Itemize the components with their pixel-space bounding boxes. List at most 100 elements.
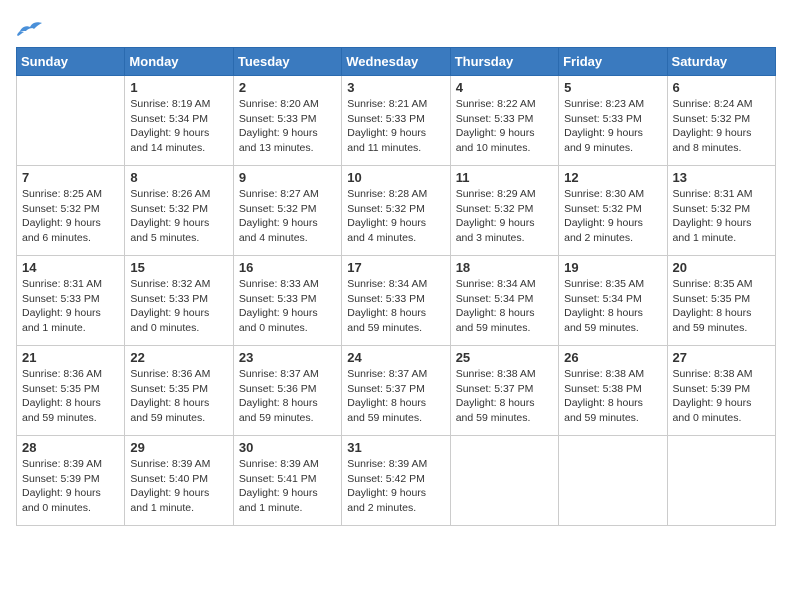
calendar-cell [559, 436, 667, 526]
week-row-1: 1 Sunrise: 8:19 AM Sunset: 5:34 PM Daylig… [17, 76, 776, 166]
day-number: 15 [130, 260, 227, 275]
day-number: 7 [22, 170, 119, 185]
day-number: 24 [347, 350, 444, 365]
calendar-cell: 11 Sunrise: 8:29 AM Sunset: 5:32 PM Dayli… [450, 166, 558, 256]
day-header-wednesday: Wednesday [342, 48, 450, 76]
day-info: Sunrise: 8:26 AM Sunset: 5:32 PM Dayligh… [130, 187, 227, 246]
day-info: Sunrise: 8:27 AM Sunset: 5:32 PM Dayligh… [239, 187, 336, 246]
calendar-cell: 2 Sunrise: 8:20 AM Sunset: 5:33 PM Daylig… [233, 76, 341, 166]
day-number: 31 [347, 440, 444, 455]
week-row-4: 21 Sunrise: 8:36 AM Sunset: 5:35 PM Dayli… [17, 346, 776, 436]
calendar-cell: 17 Sunrise: 8:34 AM Sunset: 5:33 PM Dayli… [342, 256, 450, 346]
calendar-cell: 14 Sunrise: 8:31 AM Sunset: 5:33 PM Dayli… [17, 256, 125, 346]
day-number: 28 [22, 440, 119, 455]
day-info: Sunrise: 8:38 AM Sunset: 5:38 PM Dayligh… [564, 367, 661, 426]
day-number: 19 [564, 260, 661, 275]
calendar-cell [17, 76, 125, 166]
calendar-table: SundayMondayTuesdayWednesdayThursdayFrid… [16, 47, 776, 526]
calendar-cell: 23 Sunrise: 8:37 AM Sunset: 5:36 PM Dayli… [233, 346, 341, 436]
calendar-cell: 16 Sunrise: 8:33 AM Sunset: 5:33 PM Dayli… [233, 256, 341, 346]
calendar-cell [450, 436, 558, 526]
day-info: Sunrise: 8:37 AM Sunset: 5:37 PM Dayligh… [347, 367, 444, 426]
calendar-cell: 10 Sunrise: 8:28 AM Sunset: 5:32 PM Dayli… [342, 166, 450, 256]
day-info: Sunrise: 8:31 AM Sunset: 5:33 PM Dayligh… [22, 277, 119, 336]
day-info: Sunrise: 8:35 AM Sunset: 5:35 PM Dayligh… [673, 277, 770, 336]
calendar-cell: 9 Sunrise: 8:27 AM Sunset: 5:32 PM Daylig… [233, 166, 341, 256]
calendar-cell: 15Sunrise: 8:32 AM Sunset: 5:33 PM Dayli… [125, 256, 233, 346]
day-number: 20 [673, 260, 770, 275]
day-info: Sunrise: 8:24 AM Sunset: 5:32 PM Dayligh… [673, 97, 770, 156]
day-number: 26 [564, 350, 661, 365]
calendar-cell: 25 Sunrise: 8:38 AM Sunset: 5:37 PM Dayli… [450, 346, 558, 436]
calendar-cell: 26 Sunrise: 8:38 AM Sunset: 5:38 PM Dayli… [559, 346, 667, 436]
day-info: Sunrise: 8:19 AM Sunset: 5:34 PM Dayligh… [130, 97, 227, 156]
calendar-cell: 24 Sunrise: 8:37 AM Sunset: 5:37 PM Dayli… [342, 346, 450, 436]
day-number: 3 [347, 80, 444, 95]
day-info: Sunrise: 8:39 AM Sunset: 5:41 PM Dayligh… [239, 457, 336, 516]
day-info: Sunrise: 8:36 AM Sunset: 5:35 PM Dayligh… [22, 367, 119, 426]
day-info: Sunrise: 8:25 AM Sunset: 5:32 PM Dayligh… [22, 187, 119, 246]
calendar-cell: 20 Sunrise: 8:35 AM Sunset: 5:35 PM Dayli… [667, 256, 775, 346]
calendar-cell: 12 Sunrise: 8:30 AM Sunset: 5:32 PM Dayli… [559, 166, 667, 256]
calendar-cell: 29Sunrise: 8:39 AM Sunset: 5:40 PM Dayli… [125, 436, 233, 526]
week-row-2: 7 Sunrise: 8:25 AM Sunset: 5:32 PM Daylig… [17, 166, 776, 256]
calendar-cell: 8 Sunrise: 8:26 AM Sunset: 5:32 PM Daylig… [125, 166, 233, 256]
day-number: 30 [239, 440, 336, 455]
day-info: Sunrise: 8:39 AM Sunset: 5:39 PM Dayligh… [22, 457, 119, 516]
calendar-cell: 30 Sunrise: 8:39 AM Sunset: 5:41 PM Dayli… [233, 436, 341, 526]
calendar-cell: 19 Sunrise: 8:35 AM Sunset: 5:34 PM Dayli… [559, 256, 667, 346]
day-number: 5 [564, 80, 661, 95]
calendar-cell: 13 Sunrise: 8:31 AM Sunset: 5:32 PM Dayli… [667, 166, 775, 256]
day-info: Sunrise: 8:20 AM Sunset: 5:33 PM Dayligh… [239, 97, 336, 156]
day-header-tuesday: Tuesday [233, 48, 341, 76]
day-header-friday: Friday [559, 48, 667, 76]
day-header-thursday: Thursday [450, 48, 558, 76]
calendar-cell: 28 Sunrise: 8:39 AM Sunset: 5:39 PM Dayli… [17, 436, 125, 526]
day-info: Sunrise: 8:37 AM Sunset: 5:36 PM Dayligh… [239, 367, 336, 426]
day-number: 1 [130, 80, 227, 95]
logo [16, 16, 48, 37]
day-number: 2 [239, 80, 336, 95]
day-number: 16 [239, 260, 336, 275]
day-number: 8 [130, 170, 227, 185]
day-info: Sunrise: 8:22 AM Sunset: 5:33 PM Dayligh… [456, 97, 553, 156]
calendar-cell: 1 Sunrise: 8:19 AM Sunset: 5:34 PM Daylig… [125, 76, 233, 166]
week-row-5: 28 Sunrise: 8:39 AM Sunset: 5:39 PM Dayli… [17, 436, 776, 526]
day-info: Sunrise: 8:28 AM Sunset: 5:32 PM Dayligh… [347, 187, 444, 246]
day-number: 11 [456, 170, 553, 185]
day-info: Sunrise: 8:21 AM Sunset: 5:33 PM Dayligh… [347, 97, 444, 156]
day-number: 14 [22, 260, 119, 275]
calendar-cell: 21 Sunrise: 8:36 AM Sunset: 5:35 PM Dayli… [17, 346, 125, 436]
day-number: 27 [673, 350, 770, 365]
week-row-3: 14 Sunrise: 8:31 AM Sunset: 5:33 PM Dayli… [17, 256, 776, 346]
day-info: Sunrise: 8:34 AM Sunset: 5:33 PM Dayligh… [347, 277, 444, 336]
calendar-cell: 4 Sunrise: 8:22 AM Sunset: 5:33 PM Daylig… [450, 76, 558, 166]
day-number: 23 [239, 350, 336, 365]
day-number: 22 [130, 350, 227, 365]
day-info: Sunrise: 8:38 AM Sunset: 5:39 PM Dayligh… [673, 367, 770, 426]
calendar-header-row: SundayMondayTuesdayWednesdayThursdayFrid… [17, 48, 776, 76]
day-number: 10 [347, 170, 444, 185]
day-number: 25 [456, 350, 553, 365]
day-info: Sunrise: 8:36 AM Sunset: 5:35 PM Dayligh… [130, 367, 227, 426]
day-info: Sunrise: 8:30 AM Sunset: 5:32 PM Dayligh… [564, 187, 661, 246]
day-number: 12 [564, 170, 661, 185]
day-number: 17 [347, 260, 444, 275]
day-info: Sunrise: 8:23 AM Sunset: 5:33 PM Dayligh… [564, 97, 661, 156]
day-info: Sunrise: 8:33 AM Sunset: 5:33 PM Dayligh… [239, 277, 336, 336]
day-number: 4 [456, 80, 553, 95]
calendar-cell: 27 Sunrise: 8:38 AM Sunset: 5:39 PM Dayli… [667, 346, 775, 436]
calendar-cell: 3 Sunrise: 8:21 AM Sunset: 5:33 PM Daylig… [342, 76, 450, 166]
day-number: 13 [673, 170, 770, 185]
day-info: Sunrise: 8:38 AM Sunset: 5:37 PM Dayligh… [456, 367, 553, 426]
day-number: 6 [673, 80, 770, 95]
day-info: Sunrise: 8:35 AM Sunset: 5:34 PM Dayligh… [564, 277, 661, 336]
calendar-cell [667, 436, 775, 526]
day-info: Sunrise: 8:29 AM Sunset: 5:32 PM Dayligh… [456, 187, 553, 246]
calendar-cell: 5 Sunrise: 8:23 AM Sunset: 5:33 PM Daylig… [559, 76, 667, 166]
day-number: 21 [22, 350, 119, 365]
calendar-cell: 7 Sunrise: 8:25 AM Sunset: 5:32 PM Daylig… [17, 166, 125, 256]
day-header-saturday: Saturday [667, 48, 775, 76]
day-number: 9 [239, 170, 336, 185]
day-info: Sunrise: 8:31 AM Sunset: 5:32 PM Dayligh… [673, 187, 770, 246]
